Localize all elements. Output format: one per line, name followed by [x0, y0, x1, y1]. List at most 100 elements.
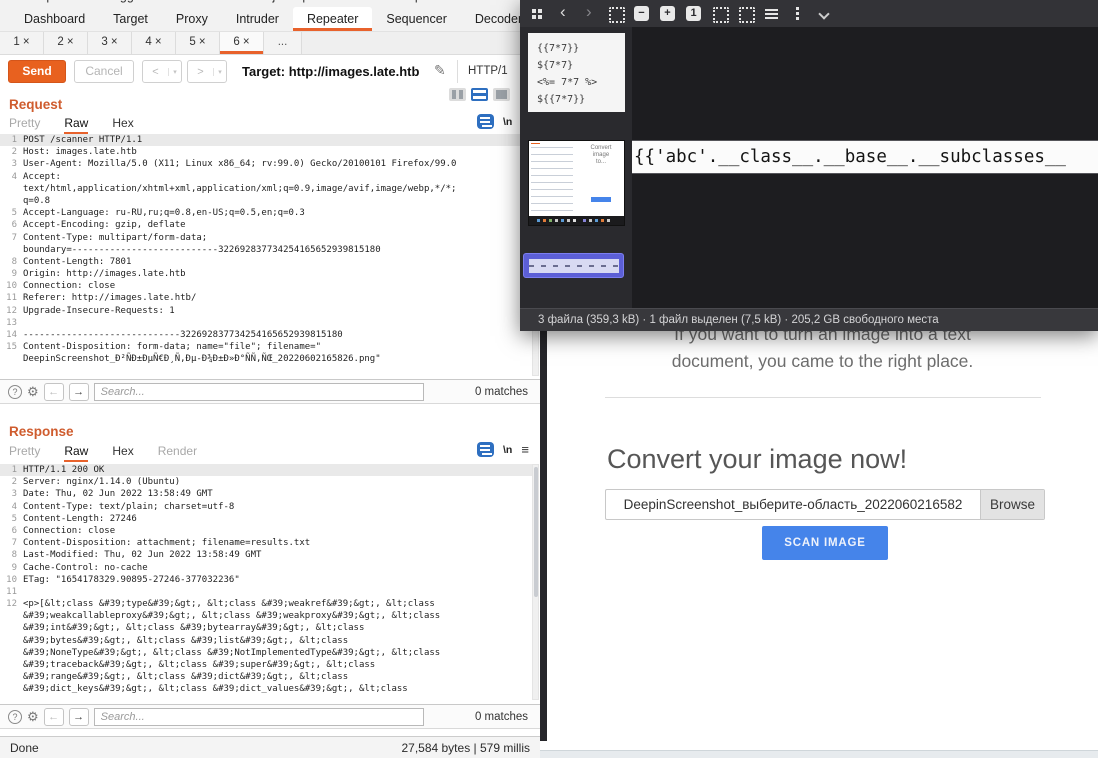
single-pane-layout-icon[interactable]	[493, 88, 510, 101]
next-icon[interactable]	[582, 6, 597, 21]
tab-target[interactable]: Target	[99, 7, 162, 31]
code-line: 10ETag: "1654178329.90895-27246-37703223…	[0, 574, 533, 586]
previous-match-button[interactable]: ←	[44, 708, 64, 726]
tab-learn[interactable]: Learn	[481, 0, 513, 3]
grid-view-icon[interactable]	[530, 6, 545, 21]
burp-top-tab-row-clipped: Comparer Logger Extender Project options Use…	[0, 0, 540, 7]
next-match-button[interactable]: →	[69, 383, 89, 401]
tab-comparer[interactable]: Comparer	[20, 0, 76, 3]
response-editor[interactable]: 1HTTP/1.1 200 OK2Server: nginx/1.14.0 (U…	[0, 464, 533, 703]
code-line: 13	[0, 317, 533, 329]
code-line: text/html,application/xhtml+xml,applicat…	[0, 183, 533, 195]
rows-layout-icon[interactable]	[471, 88, 488, 101]
view-tab-hex[interactable]: Hex	[112, 116, 133, 134]
code-line: 7Content-Disposition: attachment; filena…	[0, 537, 533, 549]
help-icon[interactable]: ?	[8, 385, 22, 399]
code-line: 2Server: nginx/1.14.0 (Ubuntu)	[0, 476, 533, 488]
repeater-tab-1[interactable]: 1 ×	[0, 32, 44, 54]
tab-sequencer[interactable]: Sequencer	[372, 7, 460, 31]
history-forward-button[interactable]: > ▾	[187, 60, 227, 83]
code-line: 9Cache-Control: no-cache	[0, 562, 533, 574]
selected-file-thumbnail[interactable]	[523, 253, 624, 278]
request-view-tabs: Pretty Raw Hex	[9, 116, 134, 134]
code-line: 7Content-Type: multipart/form-data;	[0, 232, 533, 244]
browse-button[interactable]: Browse	[980, 490, 1044, 519]
zoom-out-icon[interactable]: −	[634, 6, 649, 21]
payload-file-thumbnail[interactable]: {{7*7}}${7*7}<%= 7*7 %>${{7*7}}	[528, 33, 625, 112]
status-done-label: Done	[10, 741, 39, 755]
code-line: 4Content-Type: text/plain; charset=utf-8	[0, 501, 533, 513]
thumbnail-text-line: to...	[579, 159, 623, 166]
code-line: DeepinScreenshot_Ð²ÑÐ±ÐµÑ€Ð¸Ñ‚Ðµ-Ð¾Ð±Ð»Ð…	[0, 353, 533, 365]
chevron-down-icon[interactable]: ▾	[213, 68, 226, 76]
search-settings-gear-icon[interactable]: ⚙	[27, 384, 39, 400]
code-line: 6Accept-Encoding: gzip, deflate	[0, 219, 533, 231]
code-line: 15Content-Disposition: form-data; name="…	[0, 341, 533, 353]
tab-dashboard[interactable]: Dashboard	[10, 7, 99, 31]
code-line: &#39;NoneType&#39;&gt;, &lt;class &#39;N…	[0, 647, 533, 659]
tab-intruder[interactable]: Intruder	[222, 7, 293, 31]
actual-size-icon[interactable]: 1	[686, 6, 701, 21]
edit-target-pencil-icon[interactable]: ✎	[434, 62, 446, 79]
previous-match-button[interactable]: ←	[44, 383, 64, 401]
response-search-bar: ? ⚙ ← → Search... 0 matches	[0, 704, 540, 729]
show-newlines-toggle[interactable]: \n	[503, 116, 512, 128]
repeater-tab-4[interactable]: 4 ×	[132, 32, 176, 54]
search-settings-gear-icon[interactable]: ⚙	[27, 709, 39, 725]
repeater-tab-more[interactable]: ...	[264, 32, 302, 54]
chevron-down-icon[interactable]: ▾	[168, 68, 181, 76]
tab-logger[interactable]: Logger	[106, 0, 145, 3]
convert-heading: Convert your image now!	[607, 444, 907, 475]
scan-image-button[interactable]: SCAN IMAGE	[762, 526, 888, 560]
kebab-menu-icon[interactable]	[790, 6, 805, 21]
history-back-button[interactable]: < ▾	[142, 60, 182, 83]
file-upload-input[interactable]: DeepinScreenshot_выберите-область_202206…	[605, 489, 1045, 520]
code-line: 1HTTP/1.1 200 OK	[0, 464, 533, 476]
thumbnail-text-line: Convert	[579, 145, 623, 152]
previous-icon[interactable]	[556, 6, 571, 21]
pretty-print-icon[interactable]	[477, 114, 494, 129]
cancel-button[interactable]: Cancel	[74, 60, 134, 83]
tagline-line2: document, you came to the right place.	[547, 351, 1098, 372]
code-line: 12Upgrade-Insecure-Requests: 1	[0, 305, 533, 317]
request-search-input[interactable]: Search...	[94, 383, 424, 401]
tab-proxy[interactable]: Proxy	[162, 7, 222, 31]
chevron-down-icon[interactable]	[816, 6, 831, 21]
view-tab-raw[interactable]: Raw	[64, 116, 88, 134]
view-tab-hex[interactable]: Hex	[112, 444, 133, 462]
code-line: &#39;weakcallableproxy&#39;&gt;, &lt;cla…	[0, 610, 533, 622]
menu-lines-icon[interactable]	[764, 6, 779, 21]
target-url-label: Target: http://images.late.htb	[242, 64, 419, 79]
tab-project-options[interactable]: Project options	[253, 0, 336, 3]
next-match-button[interactable]: →	[69, 708, 89, 726]
view-tab-render[interactable]: Render	[158, 444, 197, 462]
code-line: q=0.8	[0, 195, 533, 207]
tab-extender[interactable]: Extender	[172, 0, 222, 3]
send-button[interactable]: Send	[8, 60, 66, 83]
fit-width-icon[interactable]	[712, 6, 727, 21]
show-newlines-toggle[interactable]: \n	[503, 444, 512, 456]
tab-repeater[interactable]: Repeater	[293, 7, 372, 31]
columns-layout-icon[interactable]	[449, 88, 466, 101]
view-tab-raw[interactable]: Raw	[64, 444, 88, 462]
help-icon[interactable]: ?	[8, 710, 22, 724]
http-version-selector[interactable]: HTTP/1	[468, 65, 508, 77]
thumbnail-taskbar	[529, 216, 624, 225]
repeater-tab-5[interactable]: 5 ×	[176, 32, 220, 54]
response-scrollbar[interactable]	[532, 464, 539, 700]
viewer-preview-area: {{'abc'.__class__.__base__.__subclasses_…	[632, 27, 1098, 308]
repeater-tab-6[interactable]: 6 ×	[220, 32, 264, 54]
repeater-tab-2[interactable]: 2 ×	[44, 32, 88, 54]
zoom-in-icon[interactable]: +	[660, 6, 675, 21]
request-editor[interactable]: 1POST /scanner HTTP/1.12Host: images.lat…	[0, 134, 533, 379]
fit-screen-icon[interactable]	[738, 6, 753, 21]
screenshot-thumbnail[interactable]: Convertimageto...	[528, 140, 625, 226]
fit-window-icon[interactable]	[608, 6, 623, 21]
view-tab-pretty[interactable]: Pretty	[9, 444, 40, 462]
editor-menu-icon[interactable]: ≡	[521, 442, 529, 457]
tab-user-options[interactable]: User options	[378, 0, 448, 3]
view-tab-pretty[interactable]: Pretty	[9, 116, 40, 134]
pretty-print-icon[interactable]	[477, 442, 494, 457]
repeater-tab-3[interactable]: 3 ×	[88, 32, 132, 54]
response-search-input[interactable]: Search...	[94, 708, 424, 726]
